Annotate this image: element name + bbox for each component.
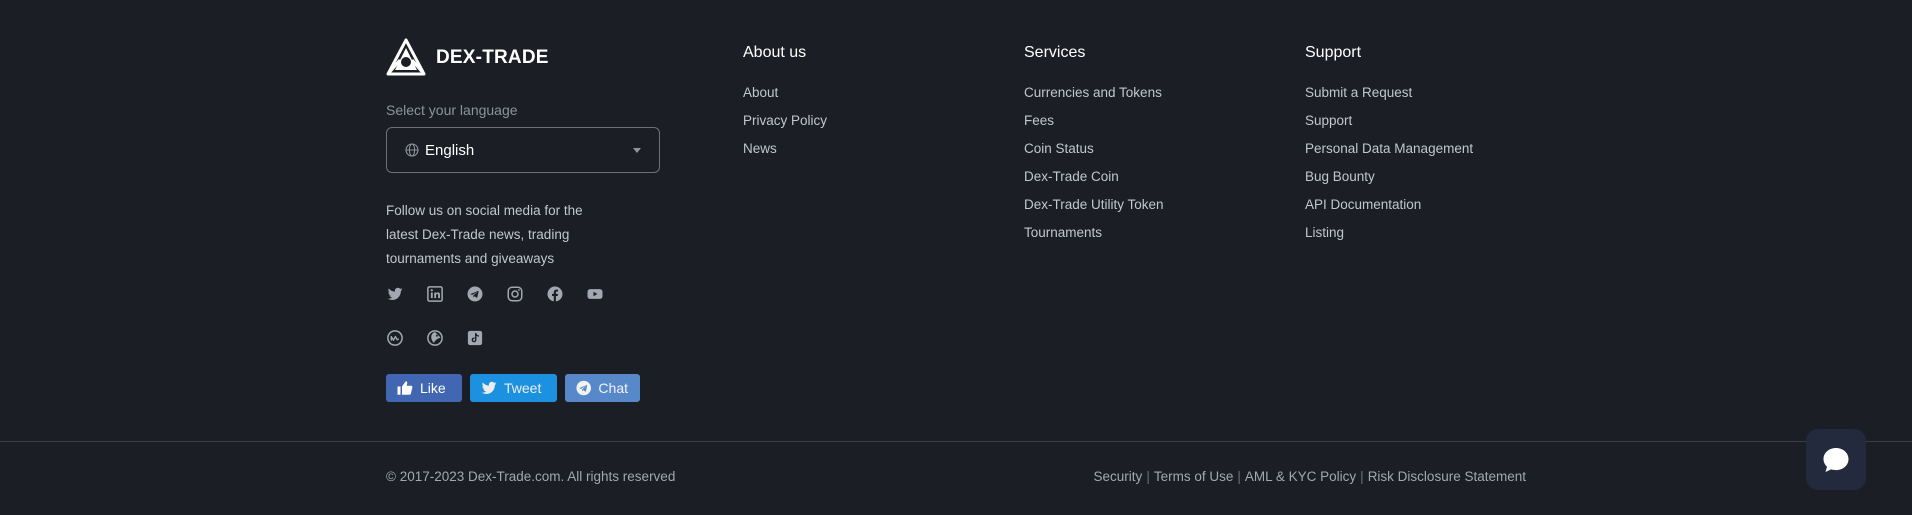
chat-bubble-icon — [1823, 447, 1849, 472]
social-links-row — [386, 285, 604, 303]
support-chat-button[interactable] — [1806, 429, 1866, 490]
language-label: Select your language — [386, 102, 518, 118]
footer-link-bug-bounty[interactable]: Bug Bounty — [1305, 163, 1473, 191]
footer-main: DEX-TRADE Select your language English F… — [0, 0, 1912, 441]
footer-link-dex-trade-coin[interactable]: Dex-Trade Coin — [1024, 163, 1164, 191]
column-title-support: Support — [1305, 44, 1362, 61]
footer-column-support: Support Submit a Request Support Persona… — [1305, 44, 1473, 247]
dex-trade-logo-icon — [386, 38, 426, 76]
linkedin-icon[interactable] — [426, 285, 444, 303]
brand-logo-link[interactable]: DEX-TRADE — [386, 38, 549, 78]
footer-link-dex-trade-utility-token[interactable]: Dex-Trade Utility Token — [1024, 191, 1164, 219]
facebook-icon[interactable] — [546, 285, 564, 303]
footer-link-api-documentation[interactable]: API Documentation — [1305, 191, 1473, 219]
follow-us-text: Follow us on social media for the latest… — [386, 203, 583, 266]
footer-link-support[interactable]: Support — [1305, 107, 1473, 135]
legal-links: Security | Terms of Use | AML & KYC Policy | R… — [1094, 469, 1526, 484]
legal-link-terms-of-use[interactable]: Terms of Use — [1154, 469, 1234, 484]
social-links-row-2 — [386, 329, 484, 347]
footer-link-privacy-policy[interactable]: Privacy Policy — [743, 107, 827, 135]
footer-link-coin-status[interactable]: Coin Status — [1024, 135, 1164, 163]
footer-link-tournaments[interactable]: Tournaments — [1024, 219, 1164, 247]
legal-link-security[interactable]: Security — [1094, 469, 1143, 484]
footer-link-currencies-and-tokens[interactable]: Currencies and Tokens — [1024, 79, 1164, 107]
legal-link-risk-disclosure[interactable]: Risk Disclosure Statement — [1368, 469, 1526, 484]
footer-link-submit-request[interactable]: Submit a Request — [1305, 79, 1473, 107]
chat-label: Chat — [598, 380, 628, 396]
footer-link-personal-data-management[interactable]: Personal Data Management — [1305, 135, 1473, 163]
footer-column-about: About us About Privacy Policy News — [743, 44, 827, 163]
chevron-down-icon — [633, 147, 641, 153]
thumbs-up-icon — [397, 381, 413, 395]
facebook-like-button[interactable]: Like — [386, 374, 462, 402]
legal-separator: | — [1237, 469, 1241, 484]
legal-link-aml-kyc-policy[interactable]: AML & KYC Policy — [1245, 469, 1356, 484]
twitter-bird-icon — [481, 381, 497, 395]
footer-link-fees[interactable]: Fees — [1024, 107, 1164, 135]
copyright-text: © 2017-2023 Dex-Trade.com. All rights re… — [386, 469, 676, 484]
youtube-icon[interactable] — [586, 285, 604, 303]
like-label: Like — [420, 380, 446, 396]
footer-link-listing[interactable]: Listing — [1305, 219, 1473, 247]
coingecko-icon[interactable] — [426, 329, 444, 347]
footer-column-services: Services Currencies and Tokens Fees Coin… — [1024, 44, 1164, 247]
instagram-icon[interactable] — [506, 285, 524, 303]
telegram-chat-button[interactable]: Chat — [565, 374, 640, 402]
twitter-icon[interactable] — [386, 285, 404, 303]
legal-separator: | — [1360, 469, 1364, 484]
language-select[interactable]: English — [386, 127, 660, 173]
globe-icon — [405, 143, 419, 157]
column-title-services: Services — [1024, 44, 1086, 61]
footer-divider — [0, 441, 1912, 442]
telegram-icon[interactable] — [466, 285, 484, 303]
column-title-about: About us — [743, 44, 807, 61]
legal-separator: | — [1146, 469, 1150, 484]
tiktok-icon[interactable] — [466, 329, 484, 347]
coinmarketcap-icon[interactable] — [386, 329, 404, 347]
share-buttons: Like Tweet Chat — [386, 374, 640, 402]
brand-name: DEX-TRADE — [436, 47, 549, 68]
telegram-icon — [576, 380, 591, 396]
language-selected-value: English — [425, 141, 475, 159]
tweet-button[interactable]: Tweet — [470, 374, 557, 402]
footer-link-about[interactable]: About — [743, 79, 827, 107]
tweet-label: Tweet — [504, 380, 542, 396]
footer-link-news[interactable]: News — [743, 135, 827, 163]
